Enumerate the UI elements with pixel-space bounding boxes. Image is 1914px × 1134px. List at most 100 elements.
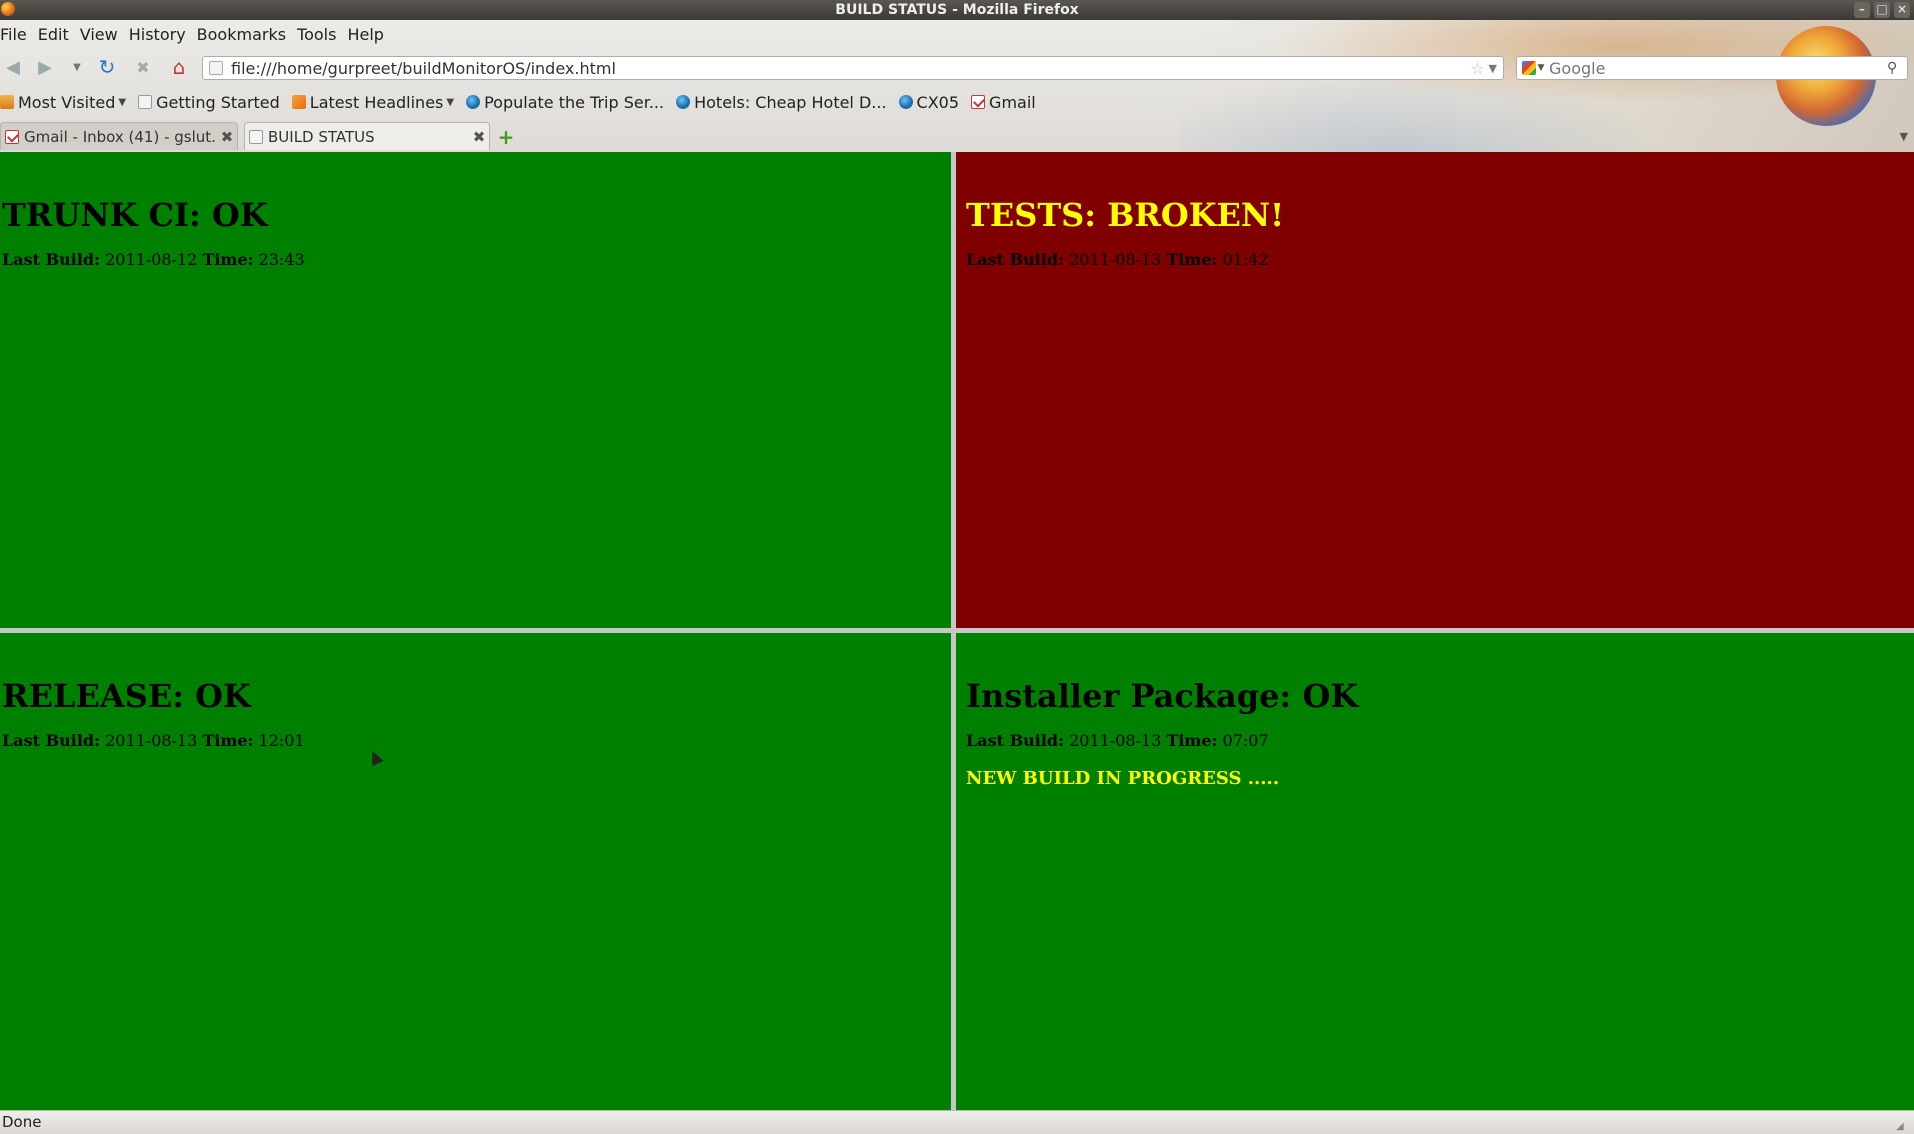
bookmark-label: Most Visited [18,92,116,112]
tab-list-dropdown-icon[interactable]: ▼ [1900,130,1908,143]
panel-trunk-ci: TRUNK CI: OK Last Build: 2011-08-12 Time… [0,152,951,628]
search-bar[interactable]: ▼ ⚲ [1516,56,1908,80]
last-build-label: Last Build: [966,731,1064,750]
menu-view[interactable]: View [80,25,118,44]
menu-edit[interactable]: Edit [38,25,69,44]
close-window-button[interactable]: × [1894,2,1910,18]
bookmark-getting-started[interactable]: Getting Started [138,93,280,112]
build-time: 12:01 [258,731,305,750]
menu-help[interactable]: Help [347,25,383,44]
status-text: Done [2,1113,42,1131]
url-text[interactable]: file:///home/gurpreet/buildMonitorOS/ind… [231,59,1470,78]
bookmark-latest-headlines[interactable]: Latest Headlines ▼ [291,92,455,112]
time-label: Time: [202,731,254,750]
panel-tests: TESTS: BROKEN! Last Build: 2011-08-13 Ti… [956,152,1914,628]
tab-build-status[interactable]: BUILD STATUS ✖ [244,122,490,150]
last-build-date: 2011-08-12 [105,250,198,269]
panel-title: TRUNK CI: OK [2,196,268,234]
gmail-icon [971,95,986,109]
panel-title: TESTS: BROKEN! [966,196,1285,234]
bookmark-label: Getting Started [156,92,280,112]
bookmark-gmail[interactable]: Gmail [971,93,1036,112]
url-dropdown-icon[interactable]: ▼ [1489,62,1497,75]
menu-bookmarks[interactable]: Bookmarks [197,25,286,44]
bookmark-hotels[interactable]: Hotels: Cheap Hotel D... [676,92,887,112]
resize-grip-icon[interactable]: ◢ [1896,1116,1910,1132]
reload-icon[interactable]: ↻ [94,55,120,79]
google-icon [1521,61,1536,75]
tab-strip: Gmail - Inbox (41) - gslut... ✖ BUILD ST… [0,120,1914,152]
folder-icon [0,95,14,109]
time-label: Time: [202,250,254,269]
forward-arrow-icon[interactable]: ▶ [32,55,58,79]
status-bar: Done ◢ [0,1110,1914,1134]
globe-icon [466,95,481,109]
menu-history[interactable]: History [129,25,186,44]
bookmark-star-icon[interactable]: ☆ [1470,59,1484,78]
panel-installer-package: Installer Package: OK Last Build: 2011-0… [956,633,1914,1110]
bookmark-label: Hotels: Cheap Hotel D... [694,92,887,112]
bookmark-populate-trip[interactable]: Populate the Trip Ser... [466,93,664,112]
browser-chrome: File Edit View History Bookmarks Tools H… [0,20,1914,152]
minimize-button[interactable]: – [1854,2,1870,18]
firefox-icon [1,2,15,16]
panel-build-info: Last Build: 2011-08-12 Time: 23:43 [2,250,951,269]
panel-build-info: Last Build: 2011-08-13 Time: 07:07 [966,731,1914,750]
last-build-date: 2011-08-13 [1069,731,1162,750]
globe-icon [676,95,691,109]
panel-title: RELEASE: OK [2,677,251,715]
globe-icon [898,95,913,109]
panel-title: Installer Package: OK [966,677,1359,715]
chevron-down-icon: ▼ [1537,63,1545,73]
last-build-label: Last Build: [966,250,1064,269]
tab-label: BUILD STATUS [268,127,375,146]
build-in-progress-text: NEW BUILD IN PROGRESS ..... [966,768,1280,789]
bookmark-most-visited[interactable]: Most Visited ▼ [0,93,126,112]
home-icon[interactable]: ⌂ [166,55,192,79]
gmail-icon [5,129,19,144]
chevron-down-icon: ▼ [118,96,127,108]
close-tab-icon[interactable]: ✖ [469,128,489,146]
search-engine-selector[interactable]: ▼ [1517,57,1549,79]
url-bar[interactable]: file:///home/gurpreet/buildMonitorOS/ind… [202,56,1504,80]
close-tab-icon[interactable]: ✖ [217,128,237,146]
history-dropdown-icon[interactable]: ▼ [64,55,90,79]
menu-tools[interactable]: Tools [297,25,336,44]
page-icon [209,61,223,75]
page-content: TRUNK CI: OK Last Build: 2011-08-12 Time… [0,152,1914,1110]
stop-icon[interactable]: ✖ [130,55,156,79]
bookmark-label: Gmail [989,92,1036,112]
build-time: 07:07 [1222,731,1269,750]
time-label: Time: [1166,731,1218,750]
menu-bar: File Edit View History Bookmarks Tools H… [0,22,395,46]
last-build-label: Last Build: [2,250,100,269]
panel-build-info: Last Build: 2011-08-13 Time: 12:01 [2,731,951,750]
build-time: 01:42 [1222,250,1269,269]
search-icon[interactable]: ⚲ [1887,60,1907,76]
menu-file[interactable]: File [0,25,27,44]
maximize-button[interactable]: □ [1874,2,1890,18]
search-input[interactable] [1549,58,1887,78]
window-controls: – □ × [1854,2,1910,18]
rss-icon [291,95,306,109]
bookmark-label: Latest Headlines [309,92,444,112]
chevron-down-icon: ▼ [446,96,455,108]
page-icon [138,95,153,109]
last-build-label: Last Build: [2,731,100,750]
new-tab-plus-icon[interactable]: + [496,127,516,148]
tab-gmail[interactable]: Gmail - Inbox (41) - gslut... ✖ [0,122,238,150]
navigation-toolbar: ◀ ▶ ▼ ↻ ✖ ⌂ file:///home/gurpreet/buildM… [0,52,1914,82]
panel-build-info: Last Build: 2011-08-13 Time: 01:42 [966,250,1914,269]
page-icon [249,129,263,144]
time-label: Time: [1166,250,1218,269]
bookmarks-toolbar: Most Visited ▼ Getting Started Latest He… [0,90,1048,114]
bookmark-cx05[interactable]: CX05 [898,92,960,112]
tab-label: Gmail - Inbox (41) - gslut... [24,127,217,146]
panel-release: RELEASE: OK Last Build: 2011-08-13 Time:… [0,633,951,1110]
last-build-date: 2011-08-13 [105,731,198,750]
bookmark-label: CX05 [916,92,960,112]
back-arrow-icon[interactable]: ◀ [0,55,26,79]
bookmark-label: Populate the Trip Ser... [484,92,665,112]
window-title: BUILD STATUS - Mozilla Firefox [835,2,1079,18]
build-time: 23:43 [258,250,305,269]
